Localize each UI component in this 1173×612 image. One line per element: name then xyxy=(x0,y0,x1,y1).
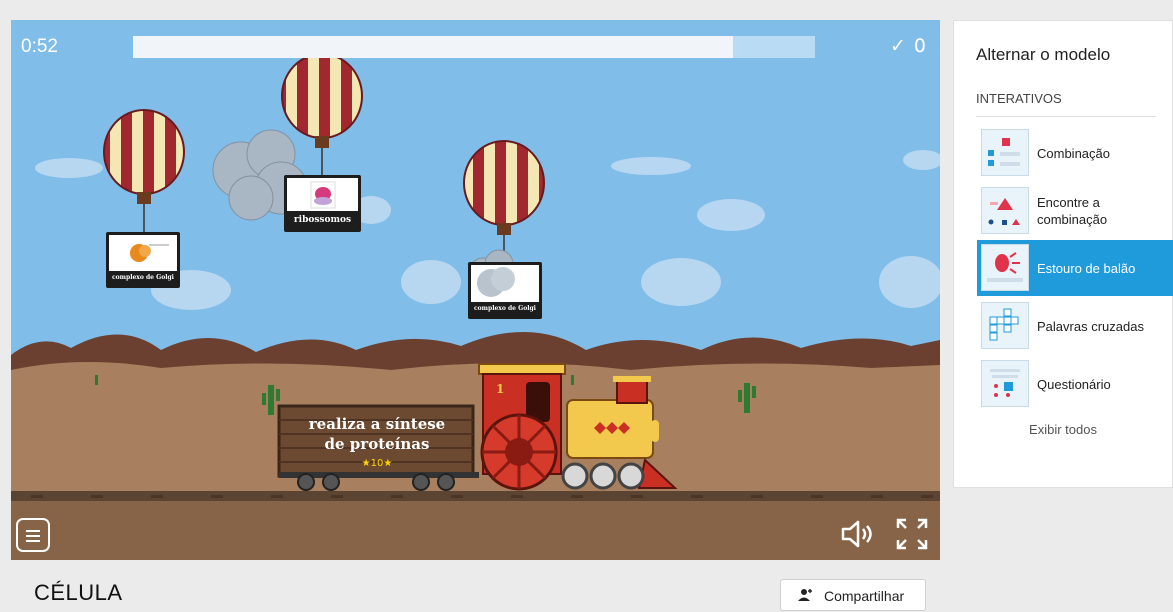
menu-icon xyxy=(26,535,40,537)
ribosome-image xyxy=(310,181,336,209)
wagon-question-line2: de proteínas xyxy=(324,435,430,453)
menu-icon xyxy=(26,540,40,542)
timer: 0:52 xyxy=(21,36,58,57)
sidebar-item-palavras-cruzadas[interactable]: Palavras cruzadas xyxy=(977,298,1173,354)
wagon-question: realiza a síntese de proteínas xyxy=(287,414,467,454)
speaker-icon[interactable] xyxy=(839,519,875,549)
balloon-card-2[interactable]: ribossomos xyxy=(284,175,361,232)
locomotive-number: 1 xyxy=(496,382,505,396)
quiz-thumbnail-icon xyxy=(981,360,1029,407)
sidebar-section-label: INTERATIVOS xyxy=(976,91,1062,106)
balloon-card-label: ribossomos xyxy=(287,211,358,229)
golgi-image xyxy=(130,244,169,262)
sidebar-item-questionario[interactable]: Questionário xyxy=(977,356,1173,412)
page-title: CÉLULA xyxy=(34,580,123,605)
sidebar-item-encontre[interactable]: Encontre a combinação xyxy=(977,183,1173,239)
game-stage[interactable]: 0:52 ✓ 0 complexo de Golgi ribossomos com… xyxy=(11,20,940,560)
time-progress-fill xyxy=(133,36,734,58)
template-sidebar: Alternar o modelo INTERATIVOS Combinação… xyxy=(953,20,1173,488)
sidebar-item-label: Combinação xyxy=(1037,145,1110,161)
balloon-card-1[interactable]: complexo de Golgi xyxy=(106,232,180,288)
balloon-card-3[interactable]: complexo de Golgi xyxy=(468,262,542,319)
balloon-card-label: complexo de Golgi xyxy=(109,271,177,285)
menu-icon xyxy=(26,530,40,532)
find-match-thumbnail-icon xyxy=(981,187,1029,234)
sidebar-divider xyxy=(976,116,1156,117)
share-button-label: Compartilhar xyxy=(824,588,905,604)
sidebar-item-label: Questionário xyxy=(1037,376,1111,392)
time-progress-bar xyxy=(133,36,815,58)
show-all-link[interactable]: Exibir todos xyxy=(954,422,1172,437)
score: ✓ 0 xyxy=(890,35,926,57)
balloon-pop-thumbnail-icon xyxy=(981,244,1029,291)
sidebar-title: Alternar o modelo xyxy=(976,45,1111,64)
wagon-question-line1: realiza a síntese xyxy=(308,415,446,433)
score-value: 0 xyxy=(913,35,926,57)
balloon-card-label: complexo de Golgi xyxy=(471,302,539,316)
sidebar-item-label: Encontre a combinação xyxy=(1037,195,1108,227)
match-thumbnail-icon xyxy=(981,129,1029,176)
sidebar-item-label: Estouro de balão xyxy=(1037,260,1136,276)
sidebar-item-combinacao[interactable]: Combinação xyxy=(977,125,1173,181)
menu-button[interactable] xyxy=(16,518,50,552)
wagon-points: ★10★ xyxy=(361,458,393,469)
sidebar-item-label: Palavras cruzadas xyxy=(1037,318,1144,334)
check-icon: ✓ xyxy=(889,35,906,57)
share-button[interactable]: Compartilhar xyxy=(780,579,926,611)
fullscreen-icon[interactable] xyxy=(895,517,929,551)
user-share-icon xyxy=(798,589,812,601)
crossword-thumbnail-icon xyxy=(981,302,1029,349)
golgi-image xyxy=(477,267,515,297)
sidebar-item-estouro-de-balao[interactable]: Estouro de balão xyxy=(977,240,1173,296)
